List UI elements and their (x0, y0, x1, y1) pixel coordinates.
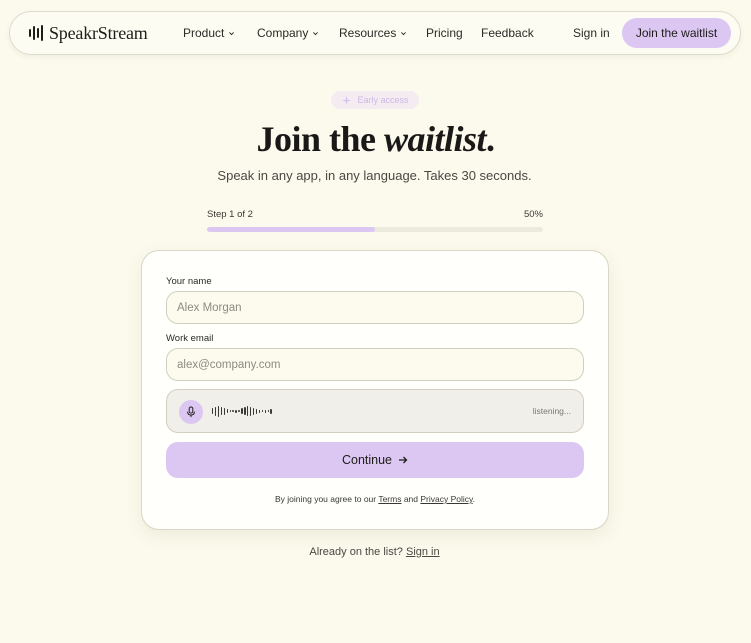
already-on-list: Already on the list? Sign in (0, 546, 749, 558)
nav-item-feedback[interactable]: Feedback (481, 26, 534, 40)
email-field[interactable] (166, 348, 584, 381)
badge-label: Early access (357, 95, 409, 105)
waveform-bar (264, 409, 267, 413)
mic-button[interactable] (179, 400, 203, 424)
arrow-right-icon (399, 456, 408, 464)
waveform-bar (267, 410, 269, 412)
waveform-bar (261, 410, 264, 412)
progress-percent: 50% (523, 209, 543, 220)
waveform-bar (220, 407, 223, 415)
waveform-bar (249, 406, 252, 416)
chevron-down-icon (401, 31, 407, 35)
waveform-bar (235, 409, 237, 413)
nav-item-label: Pricing (426, 26, 463, 40)
top-nav: SpeakrStream Product Company Resources P… (9, 11, 741, 55)
terms-prefix: By joining you agree to our (274, 494, 379, 504)
name-field[interactable] (166, 291, 584, 324)
continue-button[interactable]: Continue (166, 442, 584, 478)
terms-suffix: . (472, 494, 476, 504)
sparkle-icon (342, 95, 352, 105)
nav-item-label: Company (257, 26, 309, 40)
nav-item-label: Resources (339, 26, 397, 40)
waveform-bar (252, 407, 255, 415)
join-waitlist-button[interactable]: Join the waitlist (622, 18, 731, 48)
nav-item-company[interactable]: Company (257, 26, 319, 40)
page-title: Join the waitlist. (0, 118, 751, 160)
terms-link[interactable]: Terms (378, 494, 401, 504)
waveform-icon (29, 24, 43, 42)
brand-logo[interactable]: SpeakrStream (29, 22, 148, 43)
early-access-badge: Early access (331, 91, 419, 109)
audio-waveform (212, 404, 272, 418)
waveform-bar (226, 409, 229, 413)
waveform-bar (229, 410, 231, 412)
chevron-down-icon (229, 31, 235, 35)
waveform-bar (212, 408, 214, 414)
voice-status: listening... (532, 406, 571, 416)
waveform-bar (247, 406, 249, 416)
waveform-bar (223, 407, 226, 415)
nav-item-pricing[interactable]: Pricing (426, 26, 463, 40)
nav-item-product[interactable]: Product (183, 26, 235, 40)
page-subtitle: Speak in any app, in any language. Takes… (217, 168, 532, 183)
chevron-down-icon (313, 31, 319, 35)
waitlist-form-card: Your name Work email listening... Contin… (141, 250, 609, 530)
nav-item-resources[interactable]: Resources (339, 26, 407, 40)
progress-fill (207, 227, 375, 232)
headline-plain: Join the (256, 119, 384, 159)
privacy-policy-link[interactable]: Privacy Policy (420, 494, 472, 504)
waveform-bar (214, 406, 217, 416)
step-label: Step 1 of 2 (207, 209, 253, 220)
nav-item-label: Feedback (481, 26, 534, 40)
waveform-bar (232, 410, 234, 412)
terms-notice: By joining you agree to our Terms and Pr… (142, 494, 608, 504)
nav-item-label: Product (183, 26, 225, 40)
email-field-label: Work email (166, 333, 214, 344)
waveform-bar (244, 407, 246, 415)
continue-label: Continue (341, 453, 393, 467)
brand-name: SpeakrStream (49, 22, 148, 43)
terms-and: and (401, 494, 421, 504)
signin-link[interactable]: Sign in (573, 26, 610, 40)
headline-end: . (486, 119, 495, 159)
progress-bar (207, 227, 543, 232)
waveform-bar (217, 405, 220, 417)
waveform-bar (255, 408, 258, 414)
waveform-bar (238, 410, 240, 412)
footer-prompt: Already on the list? (309, 546, 406, 558)
waveform-bar (241, 408, 243, 414)
waveform-bar (270, 408, 272, 414)
footer-signin-link[interactable]: Sign in (406, 546, 440, 558)
name-field-label: Your name (166, 276, 212, 287)
voice-input[interactable]: listening... (166, 389, 584, 433)
microphone-icon (187, 406, 195, 417)
waveform-bar (258, 409, 261, 413)
headline-italic: waitlist (383, 119, 487, 159)
